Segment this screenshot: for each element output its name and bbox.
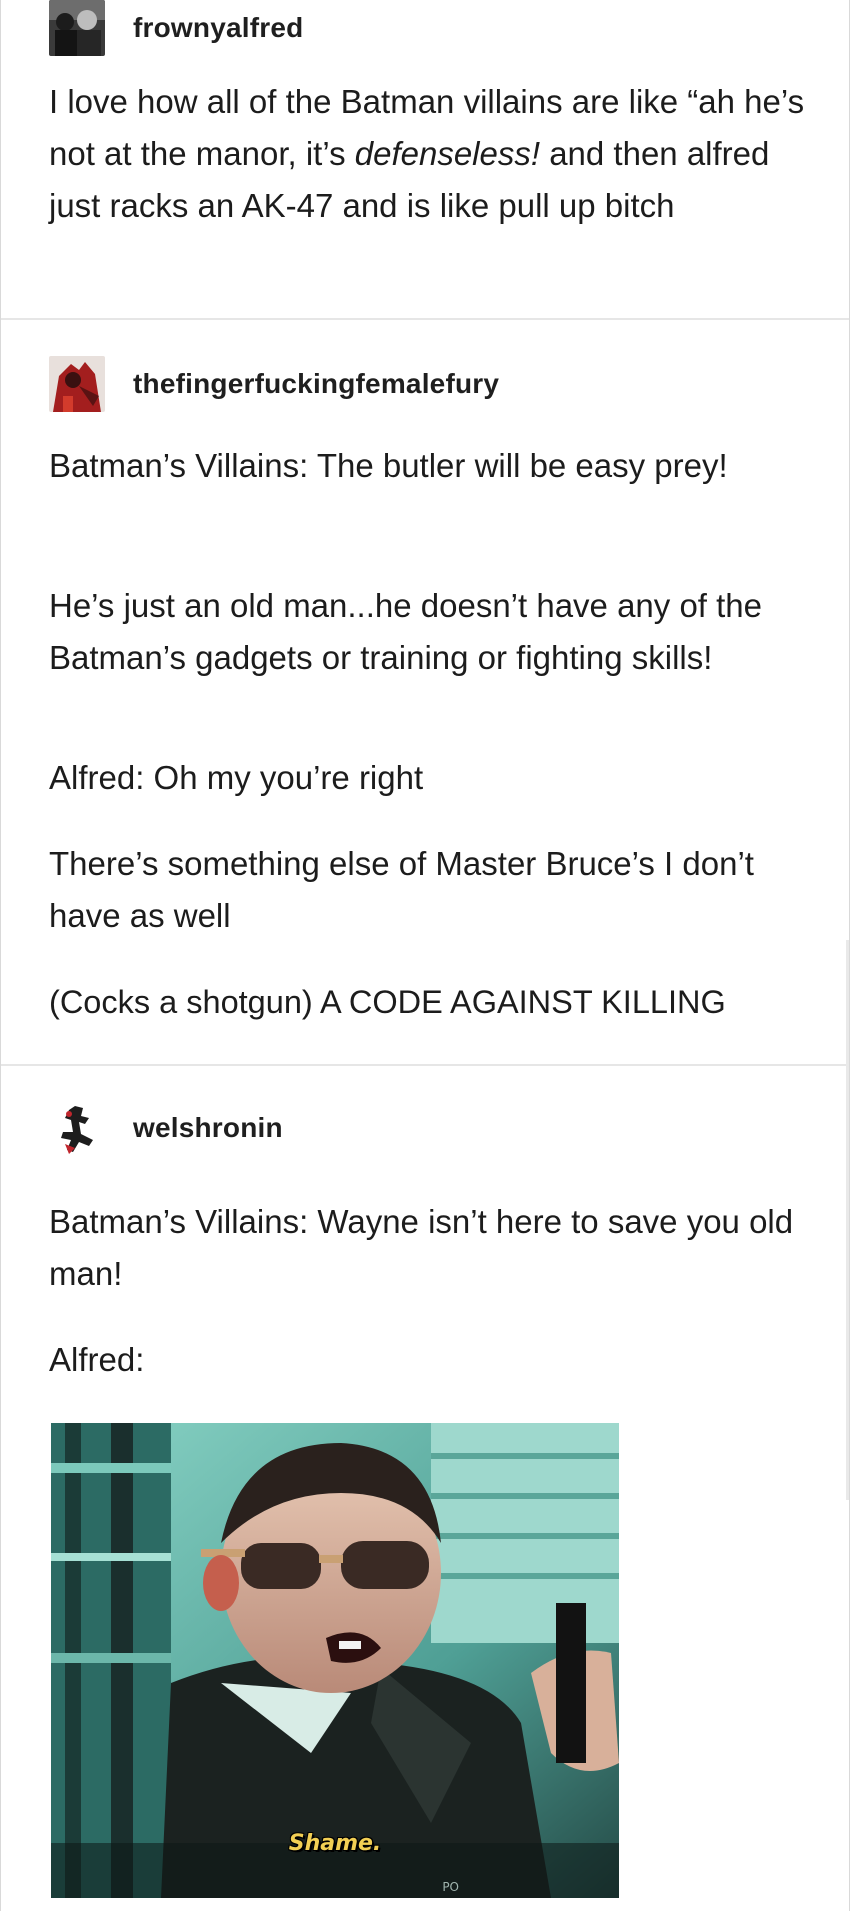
paragraph: Batman’s Villains: The butler will be ea… [49,447,728,484]
gif-watermark: PO [442,1880,459,1894]
avatar[interactable] [49,1100,105,1156]
post-header: welshronin [49,1100,283,1156]
paragraph: (Cocks a shotgun) A CODE AGAINST KILLING [49,984,726,1020]
gif-caption: Shame. [288,1831,382,1856]
paragraph: Alfred: Oh my you’re right [49,759,424,796]
paragraph: Batman’s Villains: Wayne isn’t here to s… [49,1203,794,1292]
gif-frame [51,1423,619,1898]
paragraph-clipped: He’s just an old man...he doesn’t have a… [49,580,819,724]
post-divider [1,1064,849,1066]
paragraph: He’s just an old man...he doesn’t have a… [49,587,763,676]
paragraph: There’s something else of Master Bruce’s… [49,845,754,934]
username[interactable]: welshronin [133,1112,283,1144]
reaction-gif[interactable]: Shame. PO [51,1423,619,1898]
post-body: I love how all of the Batman villains ar… [49,76,819,232]
post-header: thefingerfuckingfemalefury [49,356,499,412]
edge-shadow [846,940,849,1500]
avatar[interactable] [49,0,105,56]
paragraph: Alfred: [49,1341,145,1378]
post-divider [1,318,849,320]
post-header: frownyalfred [49,0,303,56]
body-italic-text: defenseless! [354,135,541,172]
avatar[interactable] [49,356,105,412]
username[interactable]: frownyalfred [133,12,303,44]
username[interactable]: thefingerfuckingfemalefury [133,368,499,400]
